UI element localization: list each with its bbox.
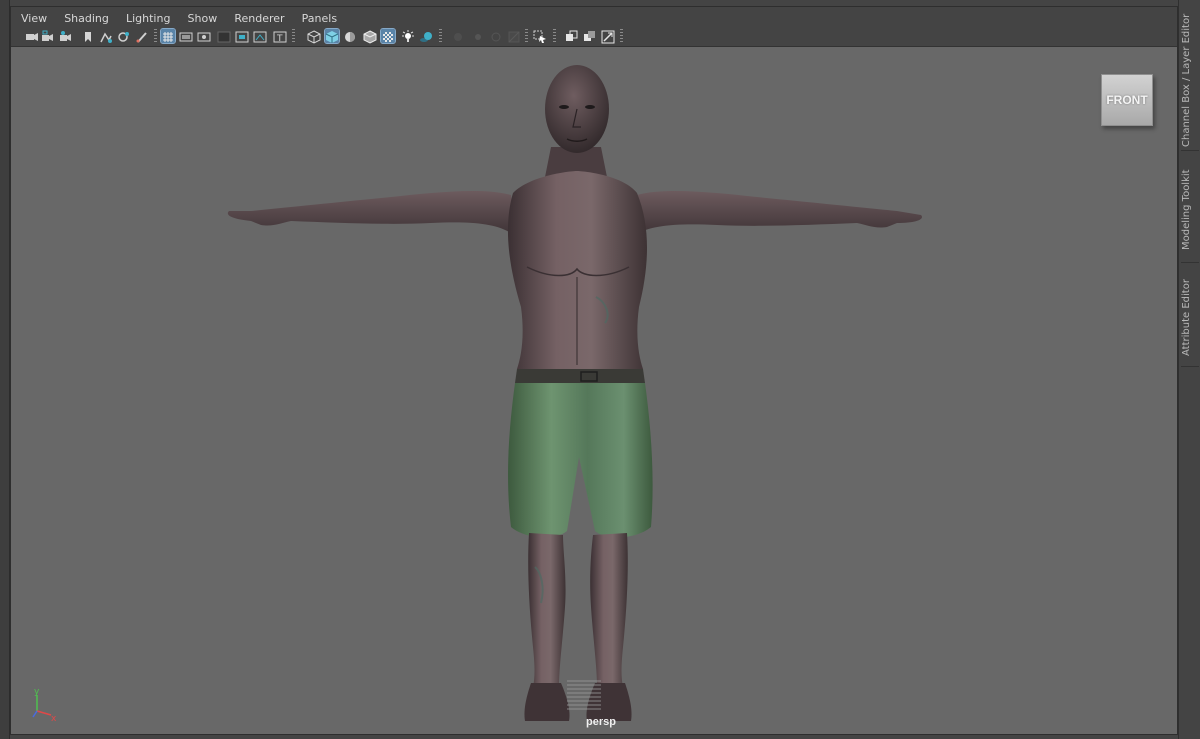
- menu-shading[interactable]: Shading: [58, 9, 115, 29]
- menu-renderer[interactable]: Renderer: [228, 9, 290, 29]
- multisample-aa-icon[interactable]: [489, 29, 503, 43]
- image-plane-icon[interactable]: [99, 29, 113, 43]
- viewport-panel: View Shading Lighting Show Renderer Pane…: [10, 6, 1178, 735]
- shorts: [508, 383, 653, 538]
- grease-pencil-icon[interactable]: [135, 29, 149, 43]
- left-tool-strip: [0, 0, 10, 739]
- select-camera-icon[interactable]: [25, 29, 39, 43]
- toolbar-separator: [154, 29, 157, 43]
- lock-camera-icon[interactable]: [41, 29, 55, 43]
- depth-of-field-icon[interactable]: [507, 29, 521, 43]
- wireframe-icon[interactable]: [307, 29, 321, 44]
- panel-toolbar: T: [11, 27, 1177, 47]
- camera-attributes-icon[interactable]: [59, 29, 73, 43]
- toolbar-separator: [525, 29, 528, 43]
- right-dock: Channel Box / Layer Editor Modeling Tool…: [1178, 0, 1200, 739]
- axis-gizmo: y x: [32, 687, 57, 723]
- menu-show[interactable]: Show: [182, 9, 224, 29]
- belt: [515, 369, 645, 383]
- film-gate-icon[interactable]: [179, 29, 193, 43]
- character-model[interactable]: [11, 47, 1177, 734]
- tab-attribute-editor[interactable]: Attribute Editor: [1181, 270, 1199, 367]
- toolbar-separator: [292, 29, 295, 43]
- left-foot: [524, 683, 570, 721]
- motion-blur-icon[interactable]: [471, 29, 485, 43]
- right-eye: [585, 105, 595, 109]
- left-eye: [559, 105, 569, 109]
- resolution-gate-icon[interactable]: [197, 29, 211, 43]
- xray-joints-icon[interactable]: [601, 29, 615, 44]
- view-cube[interactable]: FRONT: [1101, 74, 1153, 126]
- isolate-select-icon[interactable]: [533, 29, 547, 43]
- wireframe-on-shaded-icon[interactable]: [363, 29, 377, 44]
- grid-icon[interactable]: [160, 28, 176, 44]
- shadows-icon[interactable]: [419, 29, 433, 43]
- right-leg: [590, 533, 628, 687]
- perspective-view[interactable]: FRONT persp y x: [11, 47, 1177, 734]
- screen-space-ao-icon[interactable]: [451, 29, 465, 43]
- toolbar-separator: [553, 29, 556, 43]
- safe-action-icon[interactable]: [253, 29, 267, 43]
- default-material-icon[interactable]: [343, 29, 357, 43]
- toolbar-separator: [620, 29, 623, 43]
- toolbar-separator: [439, 29, 442, 43]
- menu-panels[interactable]: Panels: [296, 9, 343, 29]
- axis-x-label: x: [51, 714, 57, 723]
- left-arm: [227, 191, 517, 237]
- textured-icon[interactable]: [380, 28, 396, 44]
- right-arm: [632, 191, 922, 237]
- smooth-shade-icon[interactable]: [324, 28, 340, 44]
- axis-y-label: y: [34, 687, 40, 697]
- field-chart-icon[interactable]: [235, 29, 249, 43]
- xray-icon[interactable]: [565, 29, 579, 43]
- bookmark-icon[interactable]: [81, 29, 95, 43]
- gate-mask-icon[interactable]: [217, 29, 231, 43]
- menu-view[interactable]: View: [15, 9, 53, 29]
- camera-name-label: persp: [586, 716, 616, 728]
- panel-menubar: View Shading Lighting Show Renderer Pane…: [11, 7, 1177, 27]
- tab-channel-box-layer-editor[interactable]: Channel Box / Layer Editor: [1181, 10, 1199, 151]
- safe-title-icon[interactable]: T: [273, 29, 287, 44]
- left-leg: [528, 533, 566, 687]
- menu-lighting[interactable]: Lighting: [120, 9, 176, 29]
- two-d-pan-zoom-icon[interactable]: [117, 29, 131, 43]
- tab-modeling-toolkit[interactable]: Modeling Toolkit: [1181, 158, 1199, 263]
- use-all-lights-icon[interactable]: [401, 29, 415, 43]
- xray-active-components-icon[interactable]: [583, 29, 597, 43]
- svg-text:T: T: [276, 34, 283, 44]
